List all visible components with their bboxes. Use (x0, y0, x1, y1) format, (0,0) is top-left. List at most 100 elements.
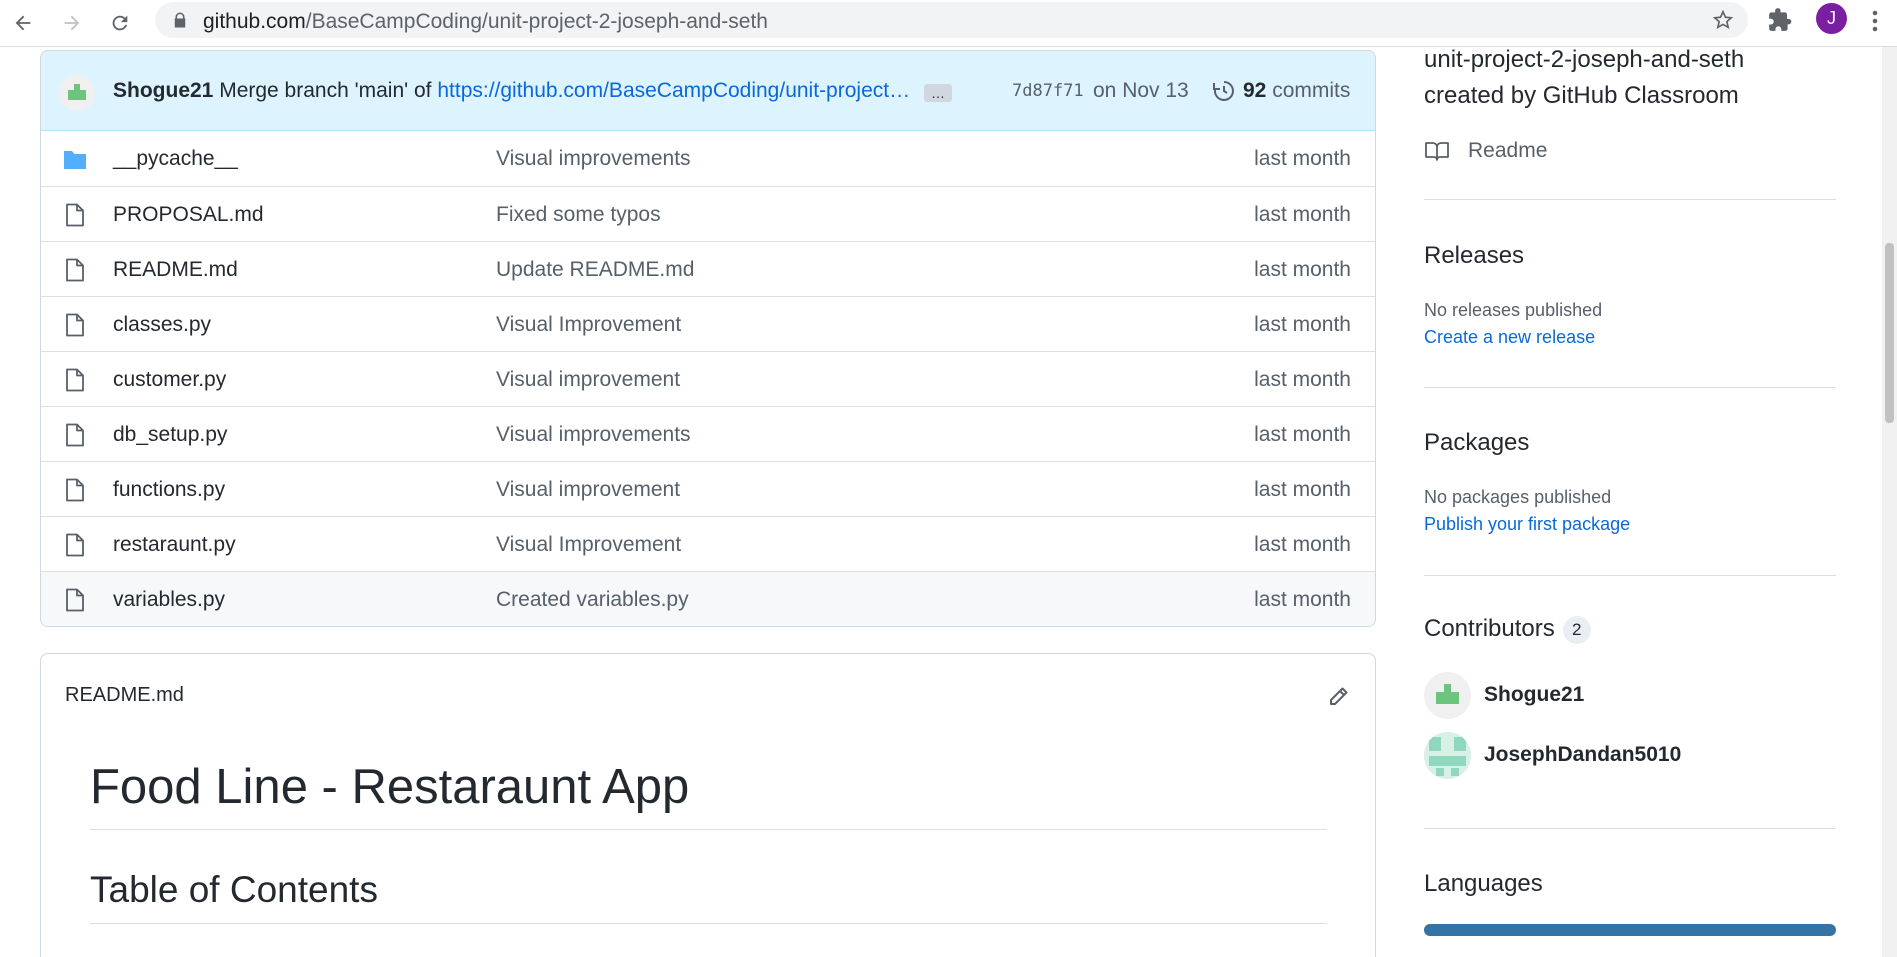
url-text: github.com/BaseCampCoding/unit-project-2… (203, 10, 768, 34)
contributor-avatar (1424, 731, 1471, 779)
identicon-icon (1436, 683, 1459, 704)
folder-icon-wrap (64, 147, 86, 171)
file-commit-message[interactable]: Visual improvement (496, 478, 680, 502)
commit-summary: Shogue21 Merge branch 'main' of https://… (113, 79, 910, 103)
file-row[interactable]: functions.py Visual improvement last month (41, 461, 1375, 516)
file-row[interactable]: restaraunt.py Visual Improvement last mont… (41, 516, 1375, 571)
file-row[interactable]: README.md Update README.md last month (41, 241, 1375, 296)
file-row[interactable]: PROPOSAL.md Fixed some typos last month (41, 186, 1375, 241)
file-icon-wrap (64, 478, 86, 502)
about-line-1: unit-project-2-joseph-and-seth (1424, 46, 1745, 73)
file-name[interactable]: README.md (113, 258, 238, 282)
history-icon (1213, 81, 1234, 101)
publish-package-link[interactable]: Publish your first package (1424, 514, 1630, 535)
commits-link[interactable]: 92 commits (1243, 79, 1350, 103)
commits-label: commits (1272, 79, 1351, 102)
readme-title: Food Line - Restaraunt App (90, 759, 1327, 830)
about-description: unit-project-2-joseph-and-seth created b… (1424, 42, 1836, 114)
commit-sha[interactable]: 7d87f71 (1012, 81, 1084, 101)
expand-commit-button[interactable]: … (924, 84, 952, 102)
identicon-icon (68, 84, 86, 100)
about-line-2: created by GitHub Classroom (1424, 82, 1739, 109)
file-commit-message[interactable]: Created variables.py (496, 588, 689, 612)
releases-heading[interactable]: Releases (1424, 242, 1524, 270)
file-name[interactable]: classes.py (113, 313, 211, 337)
file-icon-wrap (64, 588, 86, 612)
file-name[interactable]: functions.py (113, 478, 225, 502)
releases-status: No releases published (1424, 300, 1603, 320)
bookmark-star-icon[interactable] (1712, 9, 1734, 31)
languages-heading: Languages (1424, 870, 1543, 897)
commit-author[interactable]: Shogue21 (113, 79, 213, 102)
file-row[interactable]: customer.py Visual improvement last month (41, 351, 1375, 406)
file-icon (66, 313, 84, 337)
file-browser: Shogue21 Merge branch 'main' of https://… (40, 50, 1376, 627)
sidebar-divider (1424, 387, 1836, 388)
file-commit-message[interactable]: Visual Improvement (496, 313, 681, 337)
reload-icon (112, 15, 128, 31)
readme-sidebar-link[interactable]: Readme (1424, 136, 1547, 166)
language-bar (1424, 924, 1836, 936)
file-commit-message[interactable]: Fixed some typos (496, 203, 661, 227)
identicon-icon (1424, 731, 1471, 779)
commits-number: 92 (1243, 79, 1267, 102)
file-icon (66, 368, 84, 392)
folder-icon (64, 151, 86, 169)
contributors-heading[interactable]: Contributors 2 (1424, 615, 1591, 644)
file-row[interactable]: __pycache__ Visual improvements last month (41, 131, 1375, 186)
file-icon-wrap (64, 368, 86, 392)
contributor-name: Shogue21 (1484, 683, 1585, 706)
file-name[interactable]: __pycache__ (113, 147, 238, 171)
commit-author-avatar[interactable] (59, 75, 95, 111)
file-name[interactable]: PROPOSAL.md (113, 203, 264, 227)
latest-commit-bar: Shogue21 Merge branch 'main' of https://… (41, 51, 1375, 131)
file-commit-message[interactable]: Visual improvements (496, 147, 691, 171)
file-name[interactable]: db_setup.py (113, 423, 227, 447)
forward-button[interactable] (55, 6, 89, 40)
file-commit-message[interactable]: Visual improvement (496, 368, 680, 392)
scrollbar-thumb[interactable] (1885, 243, 1894, 423)
packages-heading[interactable]: Packages (1424, 429, 1529, 457)
arrow-right-icon (64, 15, 80, 31)
file-age: last month (1254, 203, 1351, 226)
file-commit-message[interactable]: Update README.md (496, 258, 694, 282)
commit-message-link[interactable]: https://github.com/BaseCampCoding/unit-p… (437, 79, 910, 102)
extensions-icon[interactable] (1767, 7, 1793, 33)
readme-toc-heading: Table of Contents (90, 869, 1327, 924)
file-commit-message[interactable]: Visual Improvement (496, 533, 681, 557)
contributor-item[interactable]: JosephDandan5010 (1424, 731, 1681, 779)
file-name[interactable]: customer.py (113, 368, 226, 392)
pencil-icon[interactable] (1327, 684, 1351, 708)
file-age: last month (1254, 313, 1351, 336)
commit-message[interactable]: Merge branch 'main' of (219, 79, 431, 102)
profile-avatar[interactable]: J (1816, 3, 1847, 34)
more-menu-icon[interactable] (1865, 8, 1885, 34)
readme-panel: README.md Food Line - Restaraunt App Tab… (40, 653, 1376, 957)
sidebar-divider (1424, 828, 1836, 829)
readme-sidebar-label: Readme (1468, 139, 1548, 162)
contributor-name: JosephDandan5010 (1484, 743, 1682, 766)
back-button[interactable] (6, 6, 40, 40)
file-age: last month (1254, 258, 1351, 281)
file-name[interactable]: variables.py (113, 588, 225, 612)
create-release-link[interactable]: Create a new release (1424, 327, 1595, 348)
file-commit-message[interactable]: Visual improvements (496, 423, 691, 447)
file-icon-wrap (64, 533, 86, 557)
address-bar[interactable]: github.com/BaseCampCoding/unit-project-2… (155, 2, 1748, 38)
contributor-item[interactable]: Shogue21 (1424, 671, 1584, 719)
contributors-heading-label: Contributors (1424, 615, 1555, 642)
url-host: github.com (203, 10, 306, 33)
file-row[interactable]: variables.py Created variables.py last mon… (41, 571, 1375, 626)
reload-button[interactable] (103, 6, 137, 40)
readme-filename[interactable]: README.md (65, 684, 184, 707)
file-icon (66, 203, 84, 227)
file-row[interactable]: classes.py Visual Improvement last month (41, 296, 1375, 351)
page-scrollbar[interactable] (1882, 47, 1897, 957)
contributor-avatar (1424, 671, 1471, 719)
url-path: /BaseCampCoding/unit-project-2-joseph-an… (305, 10, 768, 33)
file-row[interactable]: db_setup.py Visual improvements last month (41, 406, 1375, 461)
file-icon (66, 588, 84, 612)
book-icon (1425, 142, 1449, 161)
file-icon-wrap (64, 313, 86, 337)
file-name[interactable]: restaraunt.py (113, 533, 236, 557)
